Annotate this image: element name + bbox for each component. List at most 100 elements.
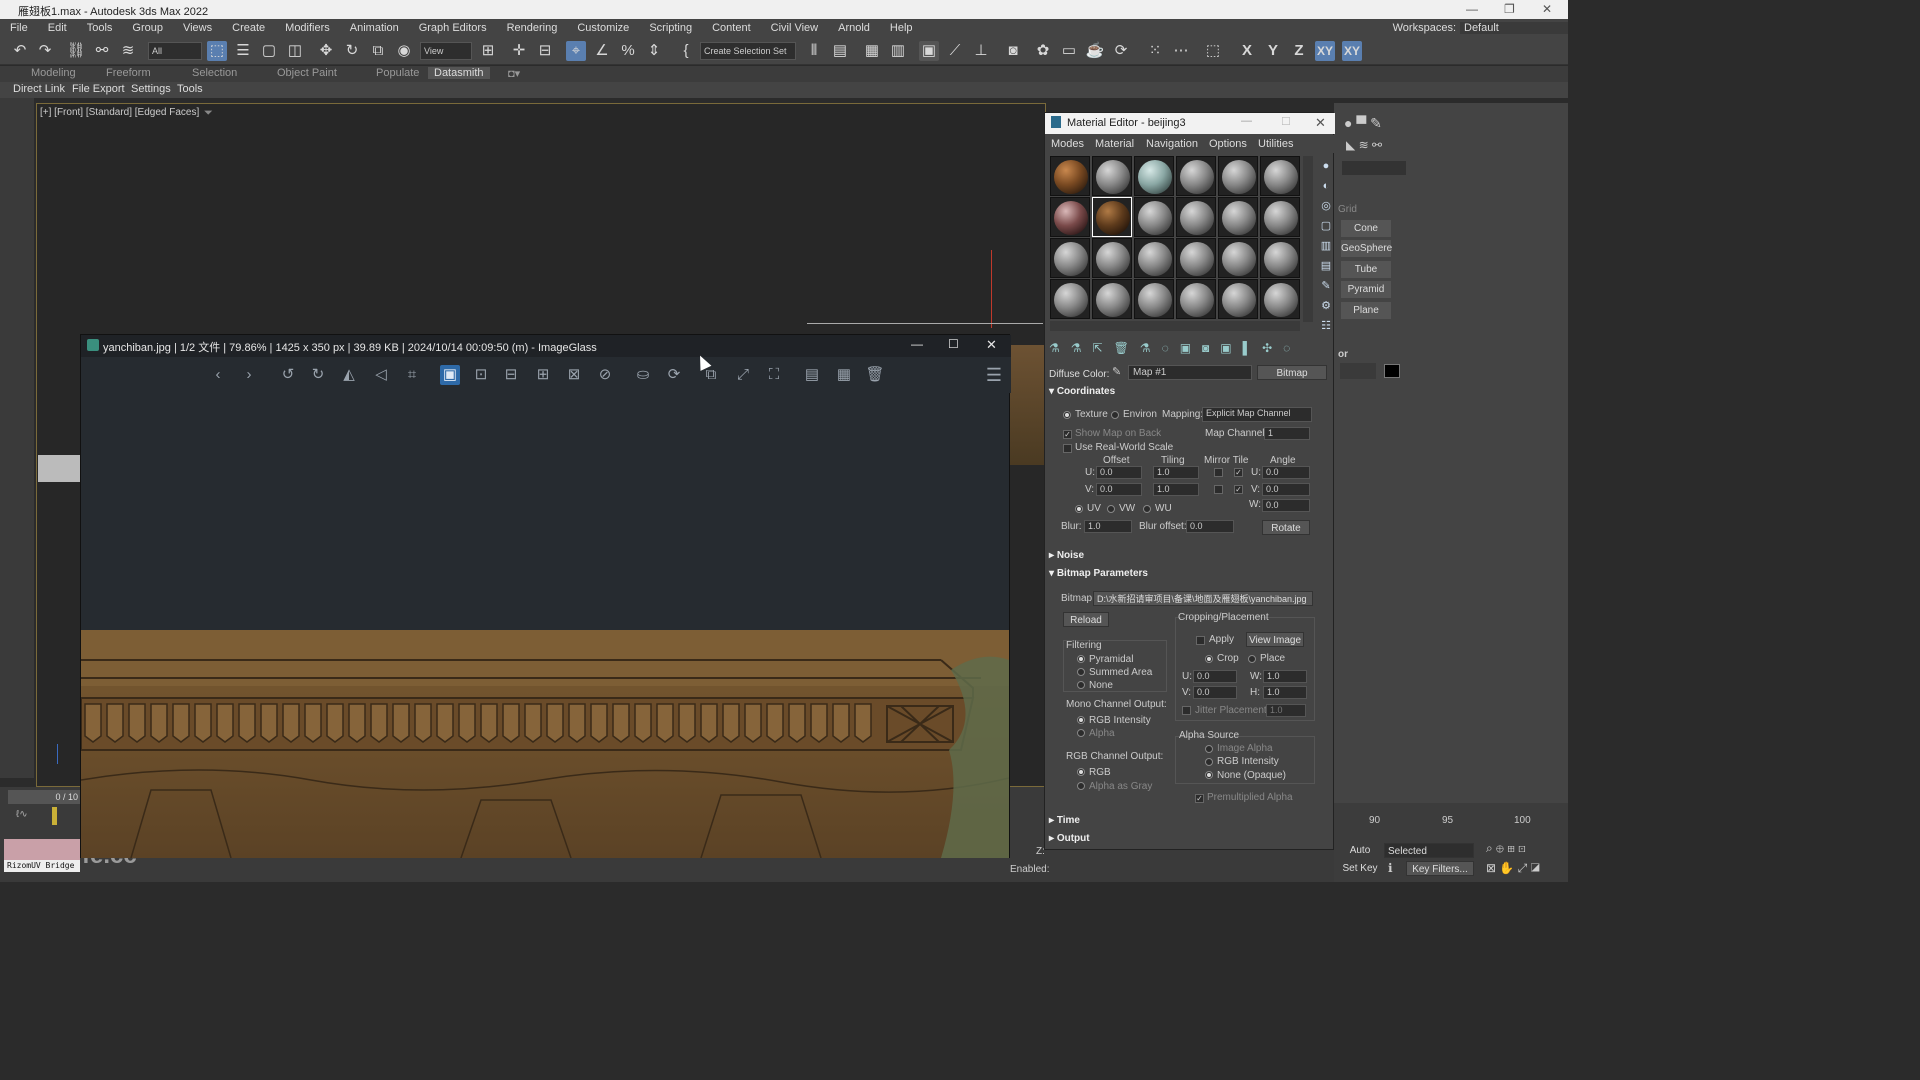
- menu-views[interactable]: Views: [173, 22, 222, 34]
- subtab-file-export[interactable]: File Export: [72, 83, 125, 95]
- sample-slot[interactable]: [1134, 197, 1174, 237]
- me-side-tools[interactable]: ● ◐ ◎ ▢ ▥ ▤ ✎ ⚙ ☷: [1319, 156, 1333, 336]
- show-map-back-checkbox[interactable]: ✓: [1063, 430, 1072, 439]
- pivot-icon[interactable]: ⊞: [478, 41, 498, 61]
- menu-content[interactable]: Content: [702, 22, 761, 34]
- ig-scale-width-icon[interactable]: ⊟: [501, 365, 521, 385]
- snaps-toggle-icon[interactable]: ⌖: [566, 41, 586, 61]
- sample-slot[interactable]: [1218, 156, 1258, 196]
- jitter-spinner[interactable]: 1.0: [1266, 704, 1306, 717]
- imageglass-window[interactable]: yanchiban.jpg | 1/2 文件 | 79.86% | 1425 x…: [80, 334, 1011, 858]
- crop-radio[interactable]: [1205, 655, 1213, 663]
- me-bottom-toolbar[interactable]: ⚗⚗⇱🗑⚗◌▣◙▣▌✣◌: [1049, 341, 1329, 361]
- view-image-button[interactable]: View Image: [1246, 632, 1304, 647]
- crop-h-spinner[interactable]: 1.0: [1263, 686, 1307, 699]
- link-icon[interactable]: ⛓: [66, 41, 86, 61]
- ig-refresh-icon[interactable]: ⟳: [664, 365, 684, 385]
- menu-customize[interactable]: Customize: [567, 22, 639, 34]
- menu-edit[interactable]: Edit: [38, 22, 77, 34]
- render-iterative-icon[interactable]: ⟳: [1111, 41, 1131, 61]
- menu-graph-editors[interactable]: Graph Editors: [409, 22, 497, 34]
- blur-spinner[interactable]: 1.0: [1084, 520, 1132, 533]
- sample-slot[interactable]: [1134, 238, 1174, 278]
- time-marker[interactable]: [52, 807, 57, 825]
- mini-curve-icon[interactable]: ℓ∿: [16, 809, 28, 820]
- time-rollout-header[interactable]: ▸ Time: [1049, 815, 1329, 831]
- jitter-checkbox[interactable]: [1182, 706, 1191, 715]
- v-offset-spinner[interactable]: 0.0: [1096, 483, 1142, 496]
- u-angle-spinner[interactable]: 0.0: [1262, 466, 1310, 479]
- object-type-dropdown[interactable]: [1342, 161, 1406, 175]
- rotate-icon[interactable]: ↻: [342, 41, 362, 61]
- me-menu-utilities[interactable]: Utilities: [1258, 138, 1293, 150]
- sample-slot[interactable]: [1260, 279, 1300, 319]
- menu-rendering[interactable]: Rendering: [497, 22, 568, 34]
- sample-slot[interactable]: [1092, 279, 1132, 319]
- pyramidal-radio[interactable]: [1077, 655, 1085, 663]
- ig-crop-icon[interactable]: ⌗: [402, 365, 422, 385]
- ig-maximize-icon[interactable]: ☐: [948, 337, 959, 351]
- time-slider[interactable]: 0 / 10: [8, 790, 80, 804]
- ribbon-toggle-icon[interactable]: ▣: [919, 41, 939, 61]
- menu-tools[interactable]: Tools: [77, 22, 123, 34]
- minimize-icon[interactable]: —: [1466, 2, 1478, 16]
- render-production-icon[interactable]: ☕: [1085, 41, 1105, 61]
- summed-area-radio[interactable]: [1077, 668, 1085, 676]
- axis-z-button[interactable]: Z: [1289, 41, 1309, 61]
- snap-grid-icon[interactable]: ⁙: [1145, 41, 1165, 61]
- select-by-name-icon[interactable]: ☰: [233, 41, 253, 61]
- menu-group[interactable]: Group: [122, 22, 173, 34]
- sample-slot[interactable]: [1050, 279, 1090, 319]
- scene-explorer-icon[interactable]: ▦: [862, 41, 882, 61]
- menu-help[interactable]: Help: [880, 22, 923, 34]
- slots-horizontal-scrollbar[interactable]: [1050, 321, 1300, 331]
- create-pyramid-button[interactable]: Pyramid: [1341, 281, 1391, 298]
- axis-xy-cycle-button[interactable]: XY: [1342, 41, 1362, 61]
- subtab-settings[interactable]: Settings: [131, 83, 171, 95]
- crop-v-spinner[interactable]: 0.0: [1193, 686, 1237, 699]
- ribbon-tab-object-paint[interactable]: Object Paint: [277, 67, 337, 79]
- sample-slot[interactable]: [1176, 156, 1216, 196]
- wu-radio[interactable]: [1143, 505, 1151, 513]
- ig-scale-height-icon[interactable]: ⊞: [533, 365, 553, 385]
- viewport-label[interactable]: [+] [Front] [Standard] [Edged Faces]: [40, 107, 199, 118]
- selection-filter-dropdown[interactable]: All: [148, 42, 202, 60]
- environ-radio[interactable]: [1111, 411, 1119, 419]
- v-angle-spinner[interactable]: 0.0: [1262, 483, 1310, 496]
- axis-y-button[interactable]: Y: [1263, 41, 1283, 61]
- object-color-swatch[interactable]: [1384, 364, 1400, 378]
- selection-set-dropdown[interactable]: Create Selection Set: [700, 42, 796, 60]
- menu-civil-view[interactable]: Civil View: [761, 22, 828, 34]
- none-filter-radio[interactable]: [1077, 681, 1085, 689]
- create-geosphere-button[interactable]: GeoSphere: [1341, 240, 1392, 257]
- alpha-rgb-intensity-radio[interactable]: [1205, 758, 1213, 766]
- map-channel-spinner[interactable]: 1: [1264, 427, 1310, 440]
- snap-vertex-icon[interactable]: ⬚: [1203, 41, 1223, 61]
- sample-slot[interactable]: [1050, 238, 1090, 278]
- rotate-button[interactable]: Rotate: [1262, 520, 1310, 535]
- menu-create[interactable]: Create: [222, 22, 275, 34]
- map-name-dropdown[interactable]: Map #1: [1128, 365, 1252, 380]
- curve-editor-icon[interactable]: ⟋: [945, 41, 965, 61]
- ig-scale-fill-icon[interactable]: ⊘: [595, 365, 615, 385]
- u-tile-checkbox[interactable]: ✓: [1234, 468, 1243, 477]
- subtab-direct-link[interactable]: Direct Link: [13, 83, 65, 95]
- move-icon[interactable]: ✥: [316, 41, 336, 61]
- menu-arnold[interactable]: Arnold: [828, 22, 880, 34]
- sample-slot[interactable]: [1092, 156, 1132, 196]
- select-object-icon[interactable]: ⬚: [207, 41, 227, 61]
- slots-vertical-scrollbar[interactable]: [1303, 156, 1313, 322]
- ig-rotate-right-icon[interactable]: ↻: [308, 365, 328, 385]
- close-icon[interactable]: ✕: [1542, 2, 1552, 16]
- output-rollout-header[interactable]: ▸ Output: [1049, 833, 1329, 849]
- bitmap-params-rollout-header[interactable]: ▾ Bitmap Parameters: [1049, 568, 1329, 584]
- layer-explorer-icon[interactable]: ▥: [888, 41, 908, 61]
- nav-zoom-icons[interactable]: ⌕ ⊕ ⊞ ⊡: [1486, 841, 1526, 856]
- name-field[interactable]: [1340, 363, 1376, 379]
- v-tile-checkbox[interactable]: ✓: [1234, 485, 1243, 494]
- premultiplied-alpha-checkbox[interactable]: ✓: [1195, 794, 1204, 803]
- sample-slot[interactable]: [1260, 238, 1300, 278]
- snap-pivot-icon[interactable]: ⋯: [1171, 41, 1191, 61]
- rgb-radio[interactable]: [1077, 768, 1085, 776]
- rect-selection-icon[interactable]: ▢: [259, 41, 279, 61]
